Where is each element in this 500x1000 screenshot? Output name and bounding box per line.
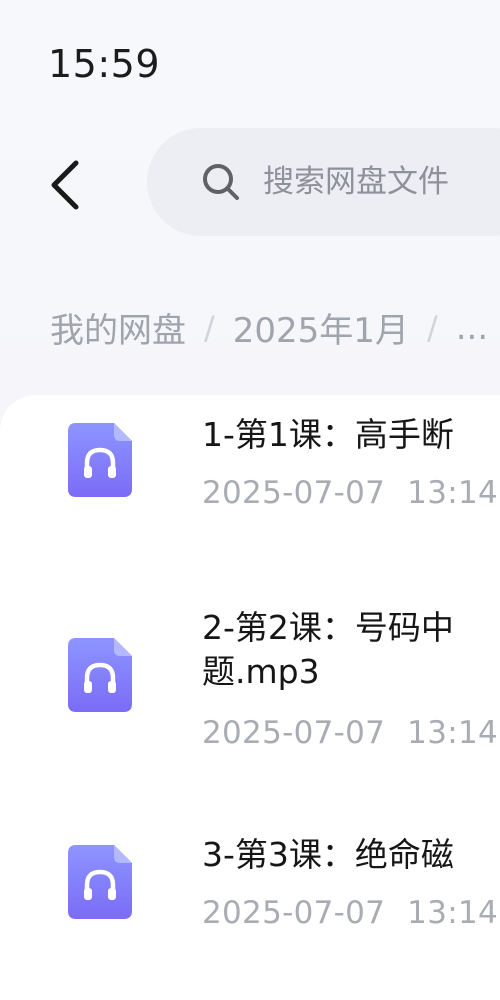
breadcrumb-separator: / [204, 308, 215, 347]
audio-file-icon [68, 423, 132, 497]
file-time: 13:14 [407, 715, 499, 751]
audio-file-icon [68, 845, 132, 919]
chevron-left-icon [51, 160, 79, 210]
file-modified: 2025-07-07 13:14 [202, 895, 498, 931]
audio-file-icon [68, 638, 132, 712]
file-time: 13:14 [407, 475, 499, 511]
file-list-item[interactable]: 3-第3课：绝命磁 2025-07-07 13:14 [0, 815, 500, 1000]
file-name-line: 3-第3课：绝命磁 [202, 835, 454, 874]
file-name-line: 1-第1课：高手断 [202, 415, 454, 454]
file-modified: 2025-07-07 13:14 [202, 715, 498, 751]
file-name: 1-第1课：高手断 [202, 413, 500, 457]
status-time: 15:59 [48, 42, 161, 86]
breadcrumb-separator: / [426, 308, 438, 347]
file-time: 13:14 [407, 895, 499, 931]
file-name: 3-第3课：绝命磁 [202, 833, 500, 877]
breadcrumb-item-root[interactable]: 我的网盘 [50, 303, 186, 352]
search-icon [203, 164, 239, 200]
search-input[interactable] [263, 164, 500, 200]
file-name: 2-第2课：号码中 题.mp3 [202, 606, 500, 694]
file-list-item[interactable]: 1-第1课：高手断 2025-07-07 13:14 [0, 395, 500, 595]
file-list: 1-第1课：高手断 2025-07-07 13:14 2-第2课：号码中 题.m… [0, 395, 500, 1000]
file-modified: 2025-07-07 13:14 [202, 475, 498, 511]
file-date: 2025-07-07 [202, 475, 386, 511]
breadcrumb-item-folder[interactable]: 2025年1月 [233, 303, 409, 352]
breadcrumb-item-current[interactable]: ... [456, 308, 488, 348]
file-name-line: 2-第2课：号码中 [202, 608, 454, 647]
file-date: 2025-07-07 [202, 895, 386, 931]
screen: 15:59 我的网盘 / 2025年1月 / ... [0, 0, 500, 1000]
back-button[interactable] [36, 150, 96, 220]
search-bar[interactable] [147, 128, 500, 236]
file-list-item[interactable]: 2-第2课：号码中 题.mp3 2025-07-07 13:14 [0, 595, 500, 815]
file-name-line: 题.mp3 [202, 652, 320, 691]
file-date: 2025-07-07 [202, 715, 386, 751]
breadcrumb: 我的网盘 / 2025年1月 / ... [50, 303, 488, 352]
